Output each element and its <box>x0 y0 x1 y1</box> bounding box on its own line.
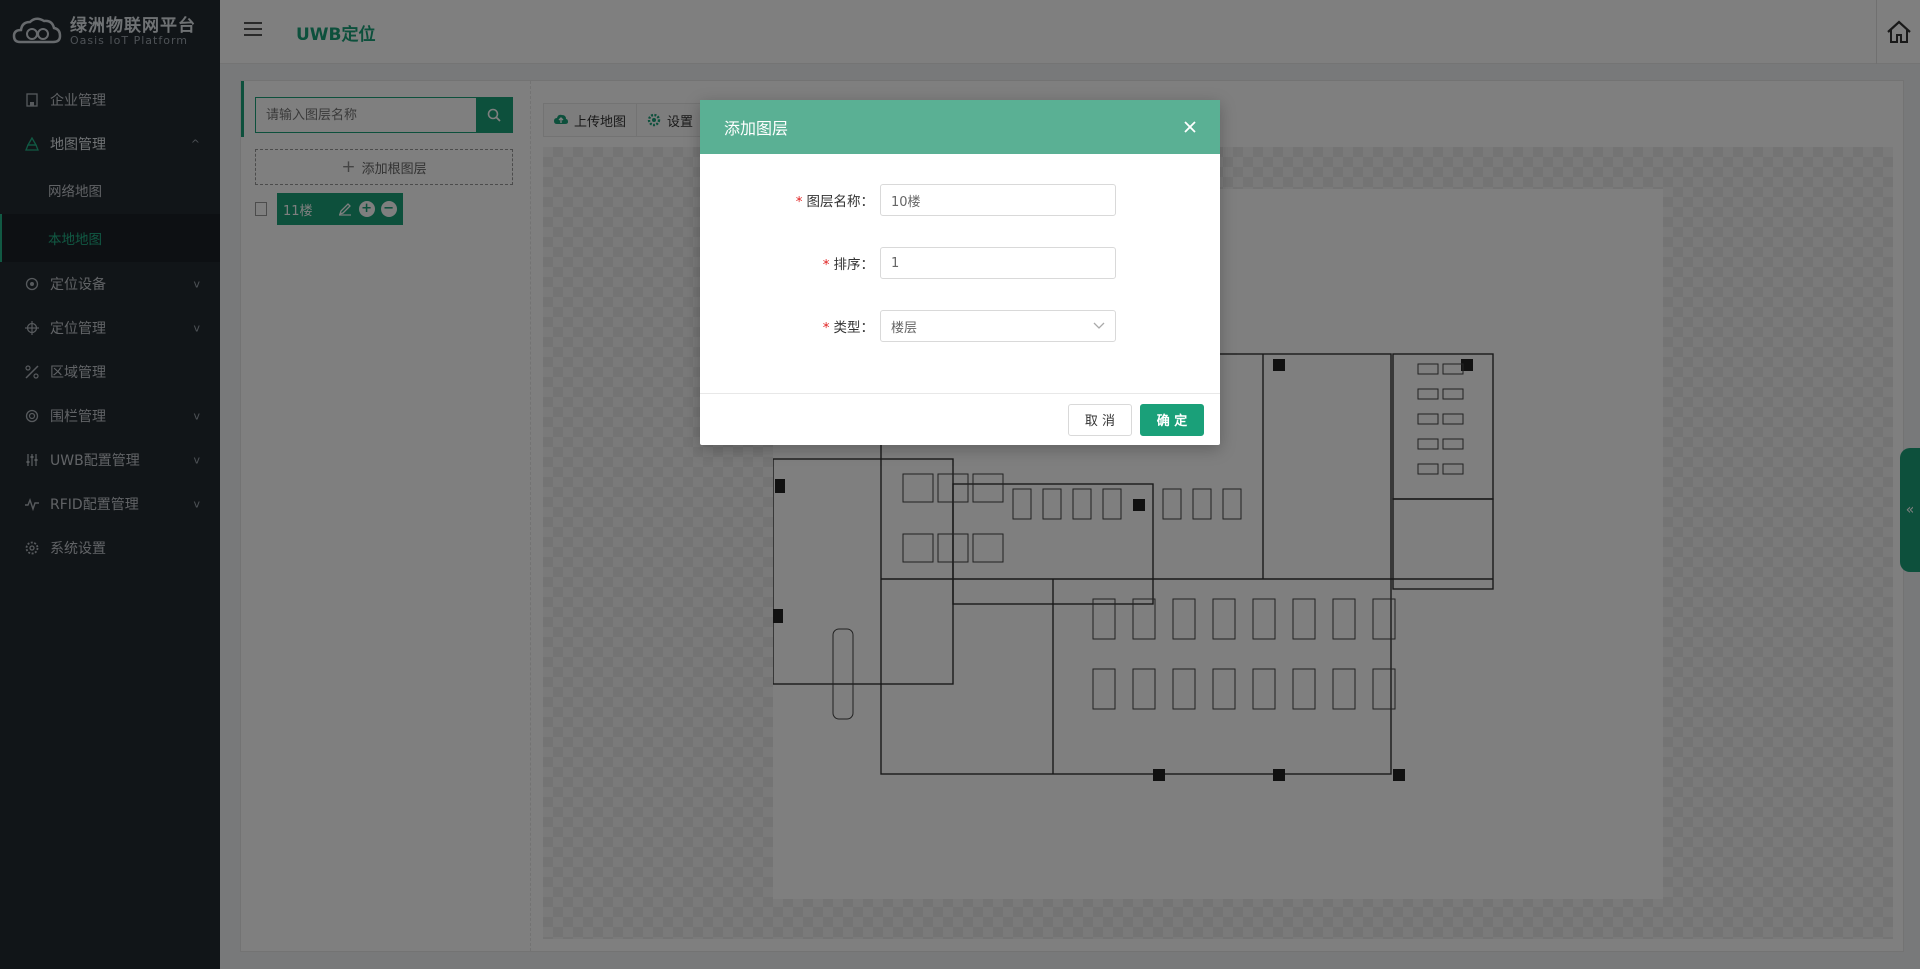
order-label-text: 排序： <box>833 257 875 273</box>
required-mark: * <box>822 320 830 336</box>
dialog-title: 添加图层 <box>724 119 789 138</box>
order-input[interactable] <box>880 247 1116 279</box>
chevron-down-icon <box>1093 322 1105 329</box>
dialog-footer: 取 消 确 定 <box>700 393 1220 445</box>
layer-name-input[interactable] <box>880 184 1116 216</box>
type-select[interactable]: 楼层 <box>880 310 1116 342</box>
add-layer-form: *图层名称： *排序： *类型： 楼层 <box>700 154 1220 342</box>
dialog-header: 添加图层 <box>700 100 1220 154</box>
required-mark: * <box>795 194 803 210</box>
order-label: * 排序： <box>700 253 880 273</box>
type-selected-value: 楼层 <box>891 320 918 336</box>
type-label-text: 类型： <box>833 320 875 336</box>
type-label: * 类型： <box>700 316 880 336</box>
layer-name-label-text: 图层名称： <box>806 194 875 210</box>
add-layer-dialog: 添加图层 *图层名称： *排序： *类型： 楼层 取 消 确 定 <box>700 100 1220 445</box>
layer-name-label: * 图层名称： <box>700 190 880 210</box>
close-icon[interactable] <box>1180 117 1200 137</box>
required-mark: * <box>822 257 830 273</box>
cancel-button[interactable]: 取 消 <box>1068 403 1132 436</box>
form-row-name: * 图层名称： <box>700 184 1220 216</box>
form-row-type: * 类型： 楼层 <box>700 310 1220 342</box>
form-row-order: * 排序： <box>700 247 1220 279</box>
confirm-button[interactable]: 确 定 <box>1140 403 1204 436</box>
